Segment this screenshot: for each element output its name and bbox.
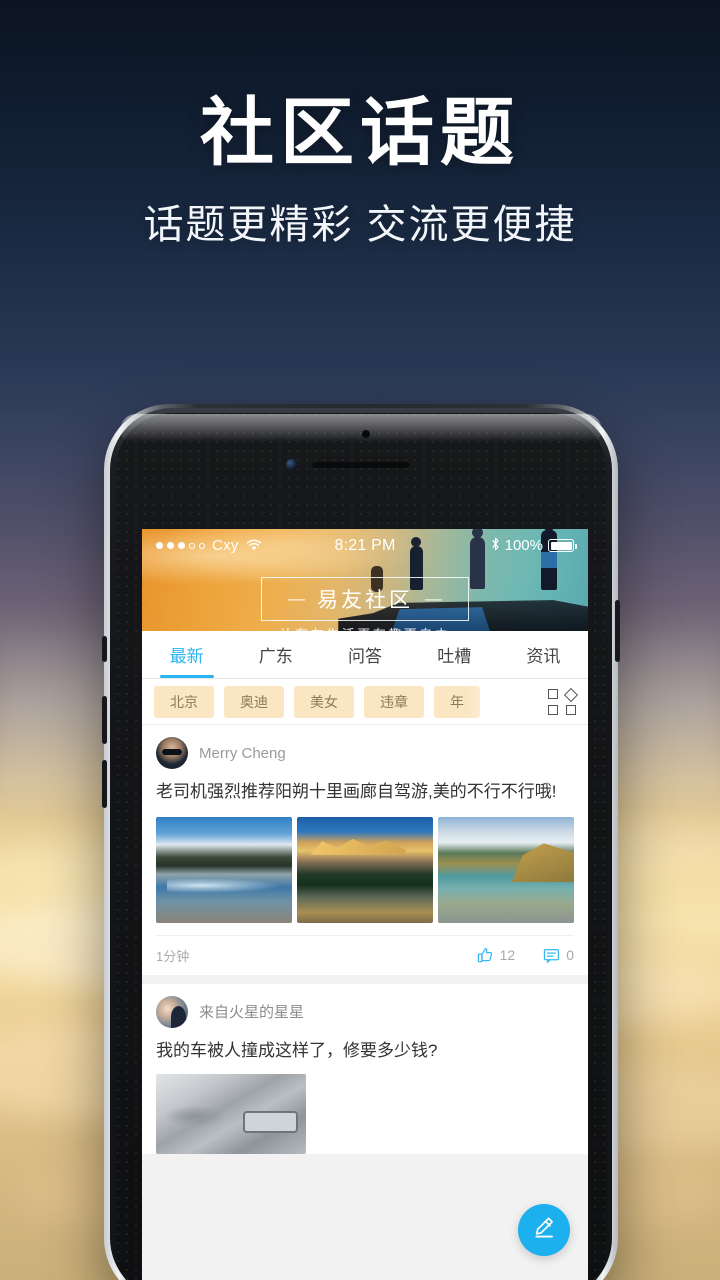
tab-rant[interactable]: 吐槽 — [410, 631, 499, 678]
post-image[interactable] — [297, 816, 433, 923]
hero-dash-left: — — [288, 589, 305, 608]
post-image[interactable] — [156, 1074, 306, 1155]
tab-guangdong[interactable]: 广东 — [231, 631, 320, 678]
tag-chip-beauty[interactable]: 美女 — [294, 685, 354, 718]
post-author-name[interactable]: Merry Cheng — [199, 745, 286, 762]
compose-post-button[interactable] — [518, 1204, 570, 1256]
volume-up-button[interactable] — [102, 696, 107, 744]
promo-text-block: 社区话题 话题更精彩 交流更便捷 — [0, 96, 720, 250]
post-image[interactable] — [156, 816, 292, 923]
tab-latest[interactable]: 最新 — [142, 631, 231, 678]
battery-full-icon — [548, 539, 577, 552]
comment-button[interactable]: 0 — [543, 947, 574, 964]
comment-icon — [543, 947, 560, 964]
status-bar: Cxy 8:21 PM 100% — [142, 529, 588, 562]
tag-chip-year[interactable]: 年 — [434, 685, 480, 718]
post-body-text: 老司机强烈推荐阳朔十里画廊自驾游,美的不行不行哦! — [156, 782, 557, 801]
post-timestamp: 1分钟 — [156, 948, 190, 964]
post-header: Merry Cheng — [156, 737, 574, 769]
hero-title-box: — 易友社区 — — [261, 577, 469, 621]
tag-chip-audi[interactable]: 奥迪 — [224, 685, 284, 718]
proximity-sensor-icon — [362, 430, 370, 438]
post-body-text: 我的车被人撞成这样了，修要多少钱? — [156, 1040, 438, 1060]
mute-switch[interactable] — [102, 636, 107, 662]
hero-tagline: 让车友生活更有趣更自由 — [142, 624, 588, 631]
post-feed: Merry Cheng 老司机强烈推荐阳朔十里画廊自驾游,美的不行不行哦! 1分… — [142, 725, 588, 1155]
front-camera-icon — [286, 459, 297, 470]
comment-count: 0 — [566, 947, 574, 964]
tag-chip-bar: 北京 奥迪 美女 违章 年 — [142, 679, 588, 725]
post-item[interactable]: Merry Cheng 老司机强烈推荐阳朔十里画廊自驾游,美的不行不行哦! 1分… — [142, 725, 588, 975]
compose-pencil-icon — [531, 1215, 557, 1246]
post-author-name[interactable]: 来自火星的星星 — [199, 1001, 304, 1022]
avatar[interactable] — [156, 737, 188, 769]
status-bar-right: 100% — [491, 536, 577, 556]
hero-title: 易友社区 — [317, 589, 413, 612]
tag-chip-violation[interactable]: 违章 — [364, 685, 424, 718]
phone-device: Cxy 8:21 PM 100% — 易友社区 — 最新 广东 问答 吐槽 资讯… — [102, 404, 620, 1280]
hero-dash-right: — — [425, 589, 442, 608]
post-footer: 1分钟 12 0 — [156, 934, 574, 975]
power-button[interactable] — [615, 600, 620, 662]
grid-category-icon[interactable] — [548, 687, 579, 715]
thumbs-up-icon — [477, 947, 494, 964]
post-image-grid — [156, 816, 574, 923]
avatar[interactable] — [156, 995, 188, 1028]
promo-title: 社区话题 — [200, 91, 520, 174]
post-header: 来自火星的星星 — [156, 995, 574, 1028]
tab-news[interactable]: 资讯 — [499, 631, 588, 678]
earpiece-speaker — [312, 461, 410, 468]
like-count: 12 — [499, 947, 516, 964]
tab-qa[interactable]: 问答 — [320, 631, 409, 678]
post-image[interactable] — [438, 816, 574, 923]
category-tab-bar: 最新 广东 问答 吐槽 资讯 — [142, 631, 588, 679]
promo-subtitle: 话题更精彩 交流更便捷 — [143, 203, 577, 247]
post-item[interactable]: 来自火星的星星 我的车被人撞成这样了，修要多少钱? — [142, 983, 588, 1155]
phone-screen: Cxy 8:21 PM 100% — 易友社区 — 最新 广东 问答 吐槽 资讯… — [142, 529, 588, 1280]
battery-percent-label: 100% — [504, 537, 543, 554]
volume-down-button[interactable] — [102, 760, 107, 808]
like-button[interactable]: 12 — [477, 947, 516, 964]
bluetooth-icon — [491, 536, 500, 556]
tag-chip-beijing[interactable]: 北京 — [154, 685, 214, 718]
